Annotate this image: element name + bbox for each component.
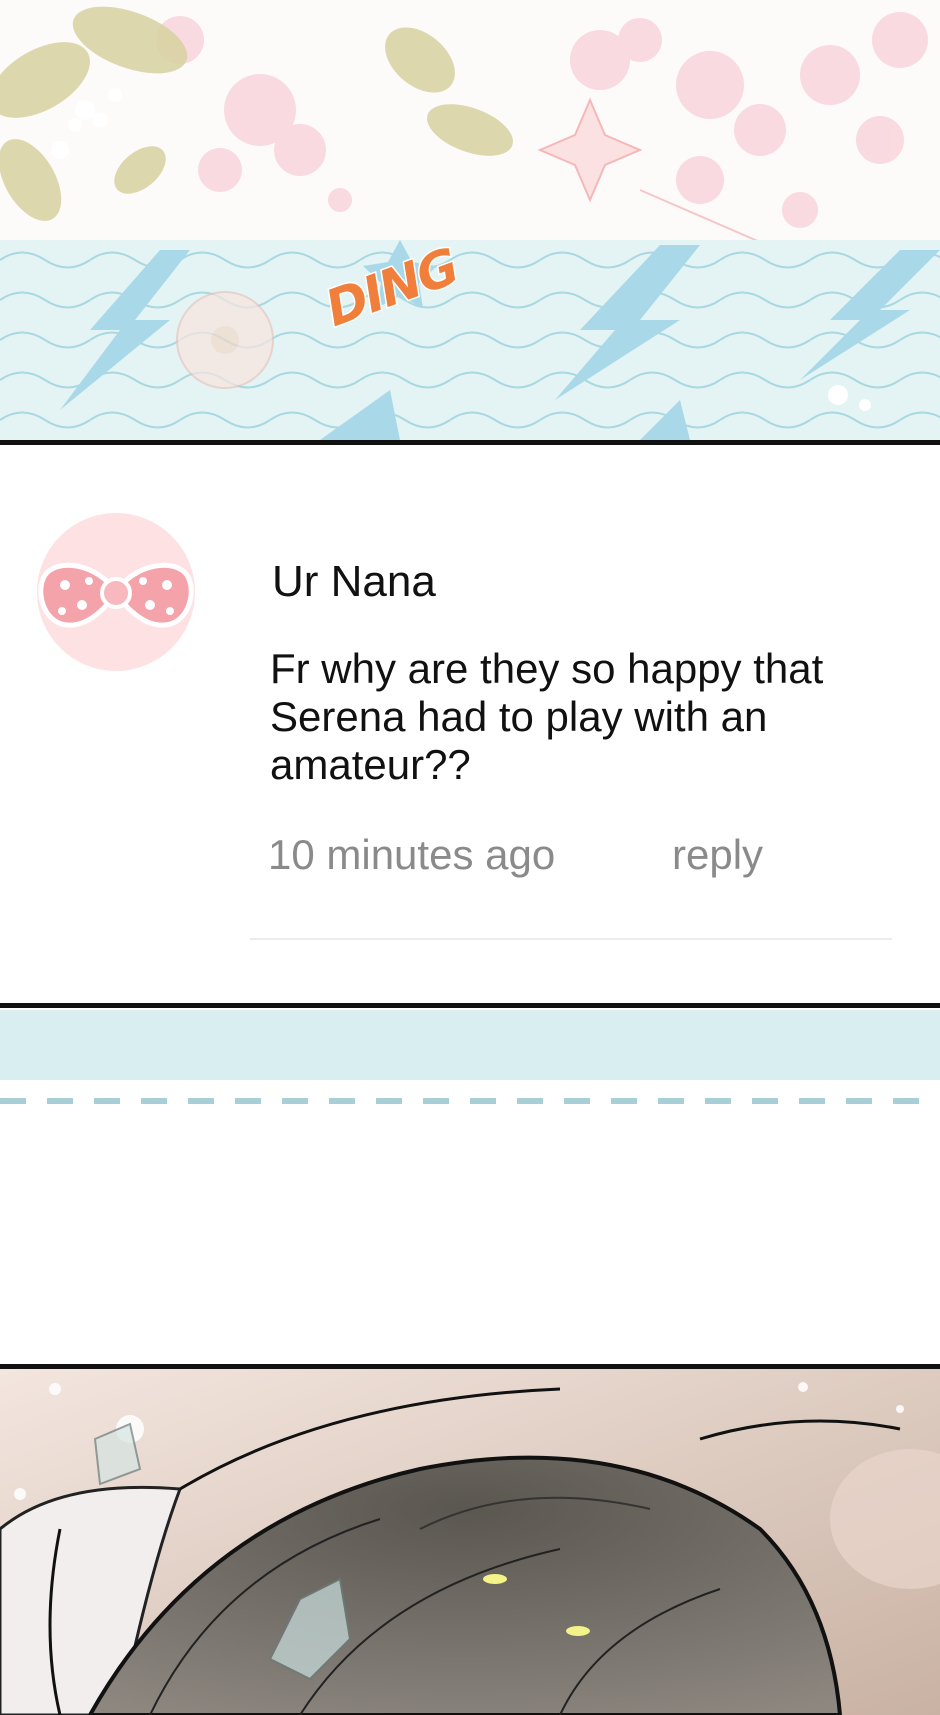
pink-polka-dot-bow-icon xyxy=(38,562,194,628)
blank-gutter xyxy=(0,1106,940,1364)
character-hair-art xyxy=(0,1369,940,1715)
comment-body: Fr why are they so happy that Serena had… xyxy=(270,645,824,788)
dashed-separator xyxy=(0,1098,940,1104)
user-avatar[interactable] xyxy=(37,513,195,671)
comment-timestamp: 10 minutes ago xyxy=(268,831,556,878)
light-blue-band xyxy=(0,1010,940,1080)
comment-divider xyxy=(250,938,892,940)
comic-page: DING Ur Nana Fr why are they so happy th… xyxy=(0,0,940,1715)
panel-border-bottom xyxy=(0,1003,940,1008)
reply-button[interactable]: reply xyxy=(672,831,763,879)
top-panel-floral-banner: DING xyxy=(0,0,940,440)
bottom-panel-illustration xyxy=(0,1369,940,1715)
floral-background-art xyxy=(0,6,940,440)
comment-card: Ur Nana Fr why are they so happy that Se… xyxy=(0,445,940,1005)
comment-author[interactable]: Ur Nana xyxy=(272,557,436,607)
